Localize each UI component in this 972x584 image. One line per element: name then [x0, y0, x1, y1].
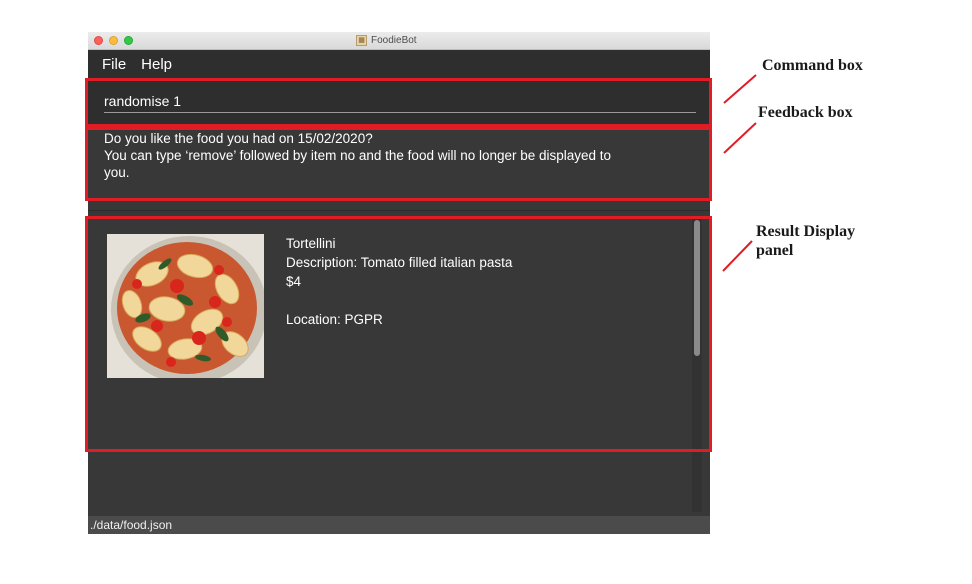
app-icon: ▦	[356, 35, 367, 46]
feedback-box-highlight	[85, 127, 712, 201]
window-title: FoodieBot	[371, 35, 417, 46]
feedback-box-pointer	[723, 122, 757, 154]
close-window-button[interactable]	[94, 36, 103, 45]
command-box-pointer	[723, 74, 757, 104]
title-bar: ▦ FoodieBot	[88, 32, 710, 50]
command-box-highlight	[85, 78, 712, 127]
result-display-label: Result Display panel	[756, 222, 855, 260]
command-box-label: Command box	[762, 57, 863, 74]
result-panel-pointer	[722, 240, 753, 272]
status-bar: ./data/food.json	[88, 516, 710, 534]
feedback-box-label: Feedback box	[758, 104, 853, 121]
menu-file[interactable]: File	[102, 56, 126, 73]
divider	[88, 210, 710, 211]
menu-help[interactable]: Help	[141, 56, 172, 73]
result-display-label-line: Result Display	[756, 223, 856, 240]
maximize-window-button[interactable]	[124, 36, 133, 45]
minimize-window-button[interactable]	[109, 36, 118, 45]
window-title-group: ▦ FoodieBot	[356, 34, 417, 47]
result-panel-highlight	[85, 216, 712, 452]
menu-bar: File Help	[88, 50, 710, 78]
save-location-path: ./data/food.json	[90, 518, 173, 532]
result-display-label-line: panel	[756, 242, 794, 259]
